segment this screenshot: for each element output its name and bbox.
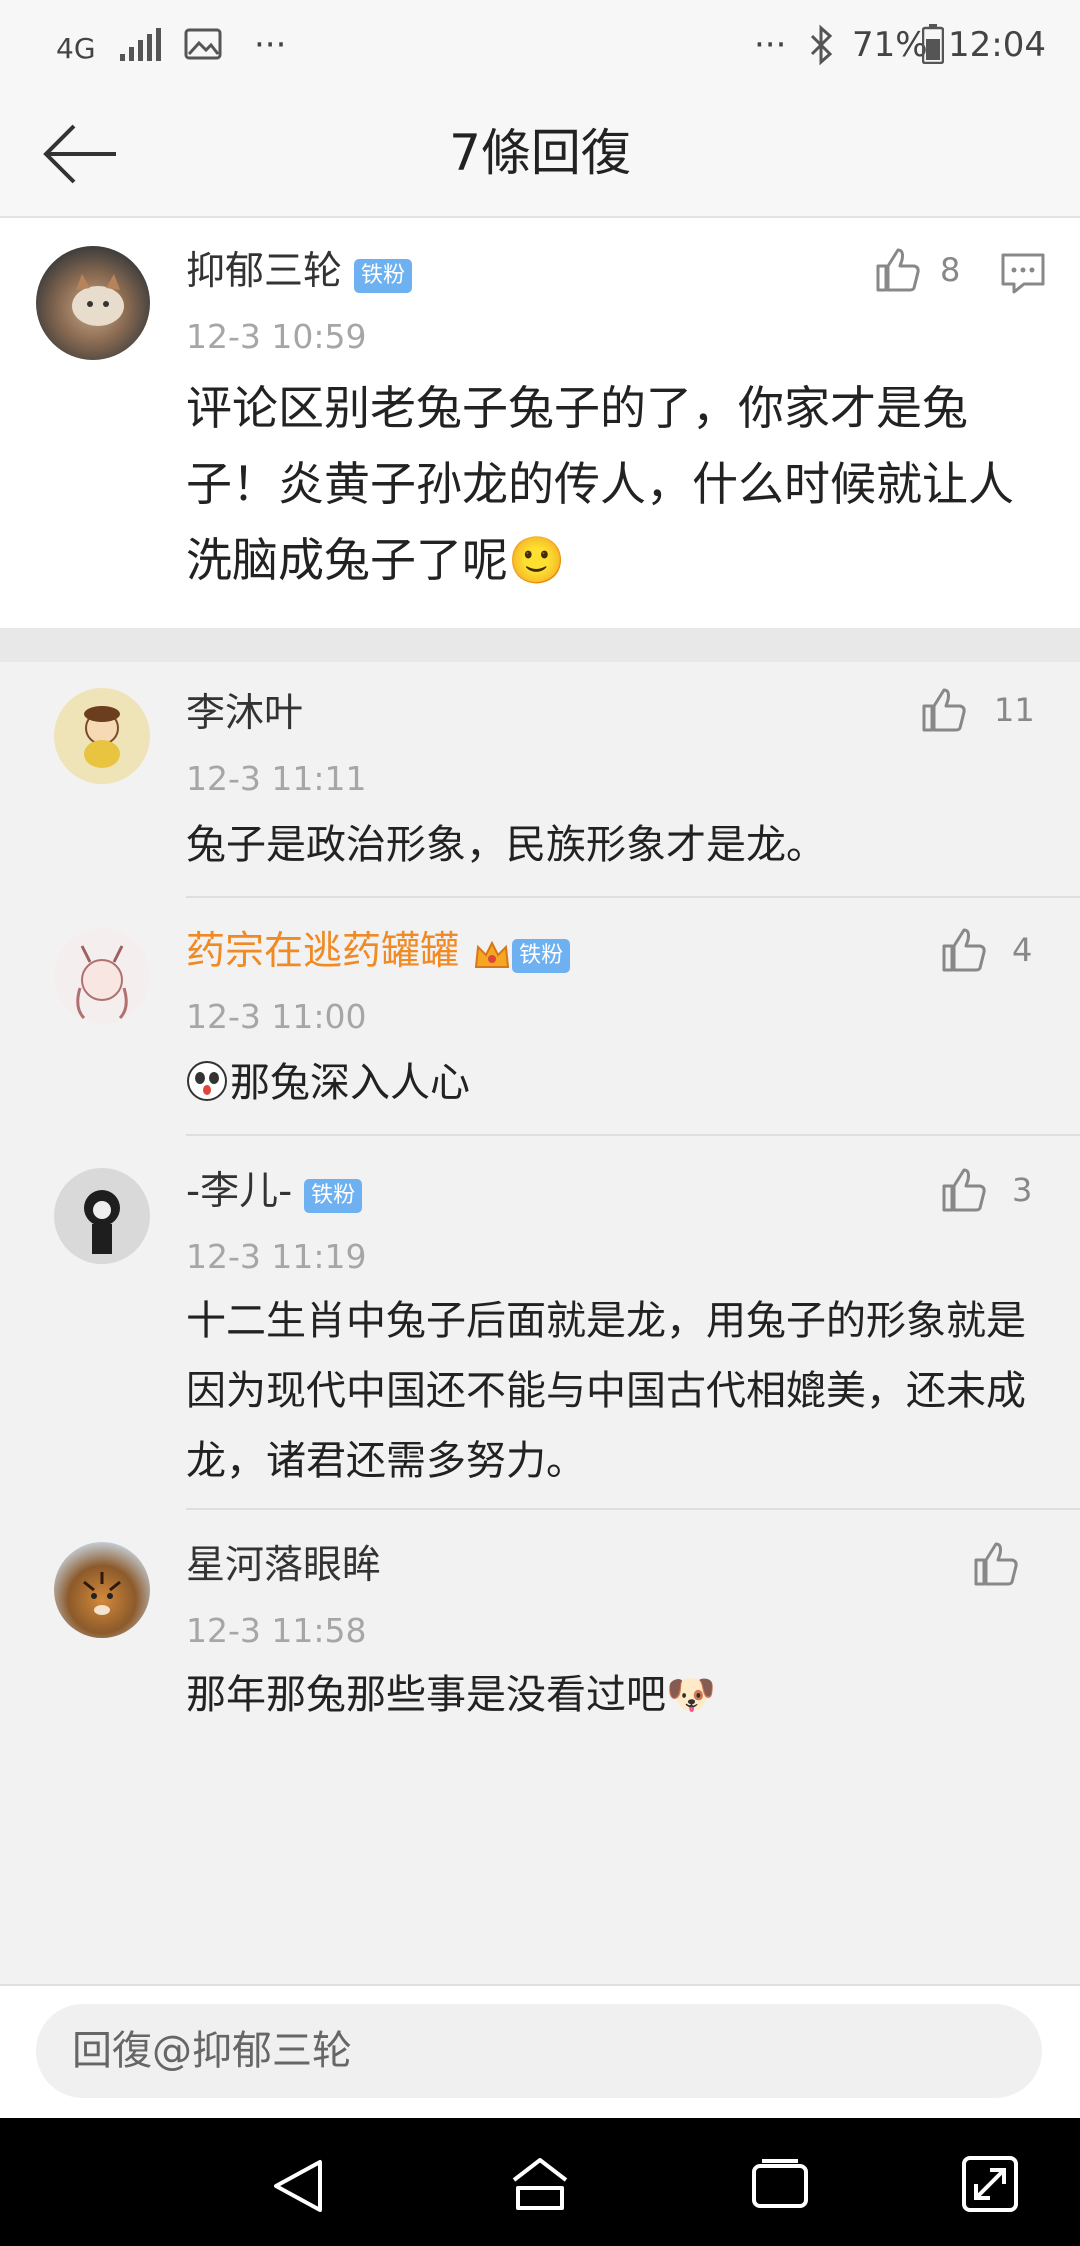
reply-item: 药宗在逃药罐罐 铁粉 12-3 11:00 4 那兔深入人心 [0,898,1080,1136]
fan-badge: 铁粉 [304,1178,363,1213]
like-count: 3 [1012,1171,1033,1209]
thumbs-up-icon [942,1168,986,1212]
comment-body: 评论区别老兔子兔子的了，你家才是兔子！炎黄子孙龙的传人，什么时候就让人洗脑成兔子… [186,381,1014,587]
comment-text: 评论区别老兔子兔子的了，你家才是兔子！炎黄子孙龙的传人，什么时候就让人洗脑成兔子… [186,370,1016,598]
like-button[interactable]: 3 [940,1166,1040,1216]
reply-text: 那兔深入人心 [186,1048,1036,1118]
fan-badge: 铁粉 [512,938,571,973]
like-button[interactable]: 11 [920,686,1040,736]
like-button[interactable]: 4 [940,926,1040,976]
fan-badge: 铁粉 [354,258,413,293]
more-status-label: ··· [754,25,787,65]
reply-text: 十二生肖中兔子后面就是龙，用兔子的形象就是因为现代中国还不能与中国古代相媲美，还… [186,1298,1026,1484]
username[interactable]: 药宗在逃药罐罐 [186,929,459,974]
username[interactable]: -李儿- [186,1169,292,1214]
thumbs-up-icon [974,1542,1018,1586]
section-divider [0,628,1080,662]
header-bar: 7條回復 [0,90,1080,218]
reply-time: 12-3 11:58 [186,1611,367,1650]
reply-item: -李儿- 铁粉 12-3 11:19 3 十二生肖中兔子后面就是龙，用兔子的形象就… [0,1136,1080,1508]
signal-icon [120,28,161,61]
tiger-avatar-icon [83,1572,121,1615]
main-comment: 抑郁三轮 铁粉 12-3 10:59 8 评论区别老兔子兔子的了，你家才是兔子！炎… [0,218,1080,628]
nav-back-icon[interactable] [270,2158,330,2214]
avatar[interactable] [54,1168,150,1264]
reply-time: 12-3 11:00 [186,997,367,1036]
reply-body: 那兔深入人心 [230,1060,470,1106]
reply-comment-icon[interactable] [1000,252,1046,294]
avatar[interactable] [54,928,150,1024]
reply-input[interactable]: 回復@抑郁三轮 [36,2004,1042,2098]
panda-emoji-icon [187,1061,227,1101]
comment-header: 药宗在逃药罐罐 铁粉 [186,926,571,979]
reply-text: 兔子是政治形象，民族形象才是龙。 [186,822,826,868]
username[interactable]: 李沐叶 [186,688,303,740]
reply-item: 李沐叶 12-3 11:11 11 兔子是政治形象，民族形象才是龙。 [0,662,1080,898]
battery-icon [922,24,944,64]
reply-input-bar: 回復@抑郁三轮 [0,1984,1080,2120]
comment-time: 12-3 10:59 [186,317,367,356]
username[interactable]: 星河落眼眸 [186,1540,381,1592]
thumbs-up-icon [876,248,920,292]
bluetooth-icon [810,24,833,66]
like-button[interactable] [972,1540,1032,1590]
reply-item: 星河落眼眸 12-3 11:58 那年那兔那些事是没看过吧🐶 [0,1510,1080,1750]
page-title: 7條回復 [449,124,631,182]
thumbs-up-icon [922,688,966,732]
like-count: 4 [1012,931,1033,969]
like-count: 11 [994,691,1035,729]
username[interactable]: 抑郁三轮 [186,249,342,294]
avatar[interactable] [54,688,150,784]
doge-emoji: 🐶 [666,1672,716,1718]
girl-avatar-icon [84,1190,120,1254]
comment-header: 抑郁三轮 铁粉 [186,246,413,298]
reply-time: 12-3 11:19 [186,1237,367,1276]
like-count: 8 [940,251,961,289]
nav-home-icon[interactable] [508,2154,572,2214]
clock: 12:04 [948,25,1046,65]
thumbs-up-icon [942,928,986,972]
battery-percent: 71% [852,25,928,65]
more-notifications-label: ··· [254,25,287,65]
reply-text: 那年那兔那些事是没看过吧🐶 [186,1660,1036,1730]
anime-avatar-icon [76,945,128,1020]
nav-recents-icon[interactable] [750,2158,810,2210]
smile-emoji: 🙂 [508,533,566,587]
avatar[interactable] [54,1542,150,1638]
reply-body: 那年那兔那些事是没看过吧 [186,1672,666,1718]
image-notification-icon [184,28,222,60]
like-button[interactable]: 8 [874,246,964,296]
crown-icon [475,940,510,968]
cat-avatar-icon [72,274,124,326]
reply-time: 12-3 11:11 [186,759,367,798]
network-type-label: 4G [56,32,96,65]
comment-header: -李儿- 铁粉 [186,1166,363,1218]
status-bar: 4G ··· ··· 71% 12:04 [0,0,1080,90]
cartoon-avatar-icon [84,706,120,768]
system-nav-bar [0,2118,1080,2246]
avatar[interactable] [36,246,150,360]
expand-screen-icon[interactable] [960,2154,1020,2214]
